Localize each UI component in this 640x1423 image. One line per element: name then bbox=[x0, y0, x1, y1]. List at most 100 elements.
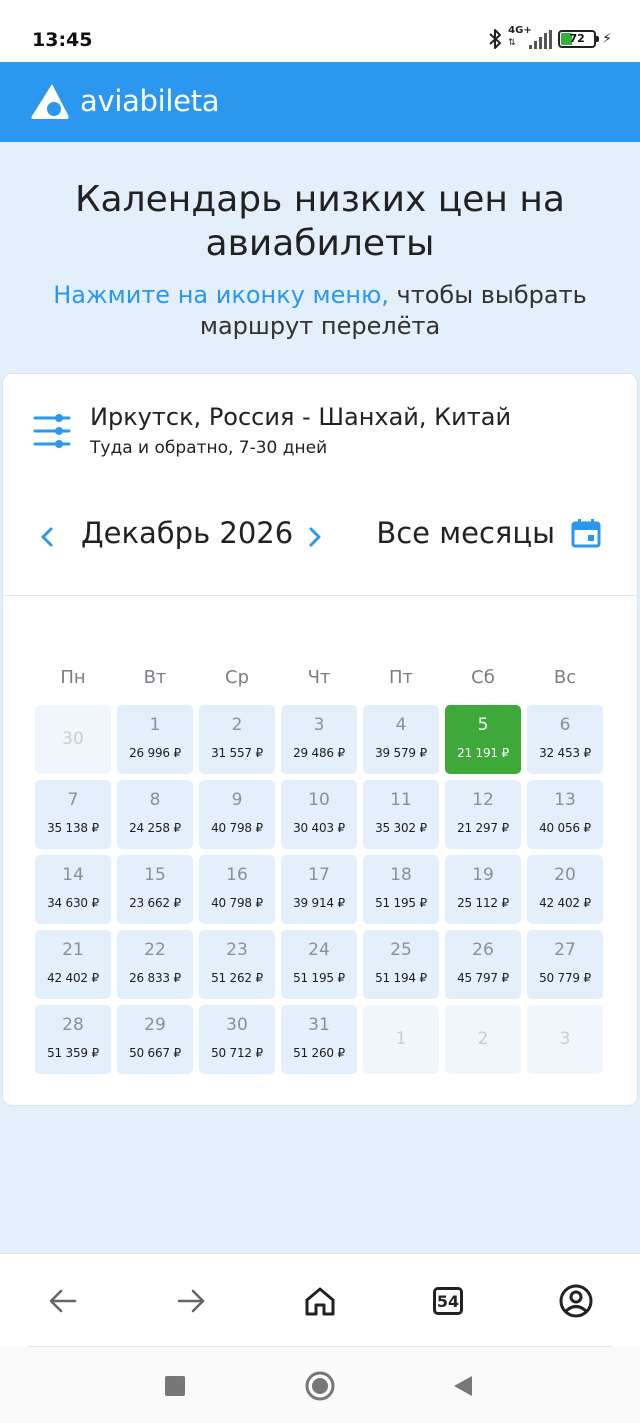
all-months-button[interactable]: Все месяцы bbox=[376, 516, 555, 550]
day-price: 30 403 ₽ bbox=[293, 821, 345, 835]
day-price: 35 302 ₽ bbox=[375, 821, 427, 835]
signal-bars bbox=[529, 30, 553, 49]
weekday-label: Вс bbox=[553, 667, 577, 688]
home-icon bbox=[305, 1287, 335, 1316]
day-number: 1 bbox=[395, 1029, 407, 1049]
day-number: 31 bbox=[308, 1015, 330, 1035]
calendar-day[interactable]: 10 30 403 ₽ bbox=[281, 780, 357, 849]
day-number: 21 bbox=[62, 940, 84, 960]
calendar-day[interactable]: 29 50 667 ₽ bbox=[117, 1005, 193, 1074]
calendar-day[interactable]: 31 51 260 ₽ bbox=[281, 1005, 357, 1074]
day-number: 13 bbox=[554, 790, 576, 810]
calendar-day[interactable]: 19 25 112 ₽ bbox=[445, 855, 521, 924]
calendar-day[interactable]: 24 51 195 ₽ bbox=[281, 930, 357, 999]
day-price: 34 630 ₽ bbox=[47, 896, 99, 910]
system-home-button[interactable] bbox=[303, 1369, 337, 1403]
day-number: 24 bbox=[308, 940, 330, 960]
route-selector[interactable]: Иркутск, Россия - Шанхай, Китай Туда и о… bbox=[33, 402, 511, 458]
filter-icon[interactable] bbox=[33, 412, 71, 452]
tabs-button[interactable]: 54 bbox=[423, 1278, 473, 1324]
calendar-day[interactable]: 13 40 056 ₽ bbox=[527, 780, 603, 849]
day-price: 31 557 ₽ bbox=[211, 746, 263, 760]
day-number: 18 bbox=[390, 865, 412, 885]
prev-month-button[interactable] bbox=[35, 520, 59, 554]
day-price: 21 297 ₽ bbox=[457, 821, 509, 835]
calendar-day[interactable]: 6 32 453 ₽ bbox=[527, 705, 603, 774]
data-arrows-icon: ⇅ bbox=[508, 38, 516, 48]
day-price: 29 486 ₽ bbox=[293, 746, 345, 760]
calendar-day[interactable]: 20 42 402 ₽ bbox=[527, 855, 603, 924]
account-button[interactable] bbox=[551, 1278, 601, 1324]
back-button[interactable] bbox=[38, 1278, 88, 1324]
signal-icon: 4G+ ⇅ bbox=[508, 25, 553, 51]
calendar-day[interactable]: 25 51 194 ₽ bbox=[363, 930, 439, 999]
day-price: 23 662 ₽ bbox=[129, 896, 181, 910]
day-number: 22 bbox=[144, 940, 166, 960]
status-icons: 4G+ ⇅ 72 ⚡ bbox=[488, 25, 612, 52]
forward-button[interactable] bbox=[166, 1278, 216, 1324]
back-arrow-icon bbox=[49, 1289, 77, 1313]
calendar-day[interactable]: 16 40 798 ₽ bbox=[199, 855, 275, 924]
calendar-day-outside-month: 1 bbox=[363, 1005, 439, 1074]
calendar-day[interactable]: 21 42 402 ₽ bbox=[35, 930, 111, 999]
battery-level: 72 bbox=[569, 32, 585, 45]
browser-toolbar: 54 bbox=[0, 1253, 640, 1349]
calendar-day[interactable]: 4 39 579 ₽ bbox=[363, 705, 439, 774]
calendar-day[interactable]: 28 51 359 ₽ bbox=[35, 1005, 111, 1074]
route-subtitle: Туда и обратно, 7-30 дней bbox=[90, 438, 328, 458]
month-navigation: Декабрь 2026 Все месяцы bbox=[3, 514, 639, 564]
calendar-day[interactable]: 18 51 195 ₽ bbox=[363, 855, 439, 924]
day-number: 2 bbox=[477, 1029, 489, 1049]
day-number: 10 bbox=[308, 790, 330, 810]
logo[interactable]: aviabileta bbox=[28, 82, 220, 120]
day-number: 26 bbox=[472, 940, 494, 960]
day-price: 50 712 ₽ bbox=[211, 1046, 263, 1060]
logo-mark-icon bbox=[31, 84, 69, 119]
day-number: 23 bbox=[226, 940, 248, 960]
day-number: 27 bbox=[554, 940, 576, 960]
calendar-day-outside-month: 3 bbox=[527, 1005, 603, 1074]
chevron-left-icon bbox=[41, 527, 53, 547]
calendar-icon[interactable] bbox=[571, 518, 601, 548]
calendar-day[interactable]: 11 35 302 ₽ bbox=[363, 780, 439, 849]
page-subtitle: Нажмите на иконку меню, чтобы выбрать ма… bbox=[0, 280, 640, 342]
next-month-button[interactable] bbox=[303, 520, 327, 554]
day-number: 3 bbox=[313, 715, 325, 735]
calendar-day[interactable]: 15 23 662 ₽ bbox=[117, 855, 193, 924]
recents-icon bbox=[165, 1376, 185, 1396]
menu-hint-link[interactable]: Нажмите на иконку меню, bbox=[53, 281, 389, 309]
day-price: 51 195 ₽ bbox=[293, 971, 345, 985]
system-back-button[interactable] bbox=[446, 1369, 480, 1403]
day-price: 40 798 ₽ bbox=[211, 896, 263, 910]
day-price: 40 056 ₽ bbox=[539, 821, 591, 835]
day-price: 35 138 ₽ bbox=[47, 821, 99, 835]
calendar-day[interactable]: 7 35 138 ₽ bbox=[35, 780, 111, 849]
calendar-day-best-price[interactable]: 5 21 191 ₽ bbox=[445, 705, 521, 774]
day-number: 11 bbox=[390, 790, 412, 810]
calendar-day[interactable]: 17 39 914 ₽ bbox=[281, 855, 357, 924]
weekday-label: Ср bbox=[225, 667, 249, 688]
calendar-day[interactable]: 14 34 630 ₽ bbox=[35, 855, 111, 924]
day-number: 30 bbox=[62, 729, 84, 749]
page-title: Календарь низких цен на авиабилеты bbox=[75, 179, 565, 264]
calendar-day[interactable]: 8 24 258 ₽ bbox=[117, 780, 193, 849]
weekday-label: Чт bbox=[307, 667, 331, 688]
calendar-day[interactable]: 22 26 833 ₽ bbox=[117, 930, 193, 999]
calendar-day[interactable]: 9 40 798 ₽ bbox=[199, 780, 275, 849]
day-price: 26 833 ₽ bbox=[129, 971, 181, 985]
calendar-day[interactable]: 27 50 779 ₽ bbox=[527, 930, 603, 999]
calendar-day[interactable]: 2 31 557 ₽ bbox=[199, 705, 275, 774]
charging-icon: ⚡ bbox=[602, 31, 612, 47]
day-number: 2 bbox=[231, 715, 243, 735]
home-button[interactable] bbox=[295, 1278, 345, 1324]
recents-button[interactable] bbox=[158, 1369, 192, 1403]
calendar-day[interactable]: 12 21 297 ₽ bbox=[445, 780, 521, 849]
calendar-day[interactable]: 1 26 996 ₽ bbox=[117, 705, 193, 774]
calendar-day[interactable]: 3 29 486 ₽ bbox=[281, 705, 357, 774]
calendar-day[interactable]: 23 51 262 ₽ bbox=[199, 930, 275, 999]
day-number: 17 bbox=[308, 865, 330, 885]
calendar-day[interactable]: 30 50 712 ₽ bbox=[199, 1005, 275, 1074]
day-number: 6 bbox=[559, 715, 571, 735]
calendar-day[interactable]: 26 45 797 ₽ bbox=[445, 930, 521, 999]
logo-text: aviabileta bbox=[80, 84, 220, 118]
